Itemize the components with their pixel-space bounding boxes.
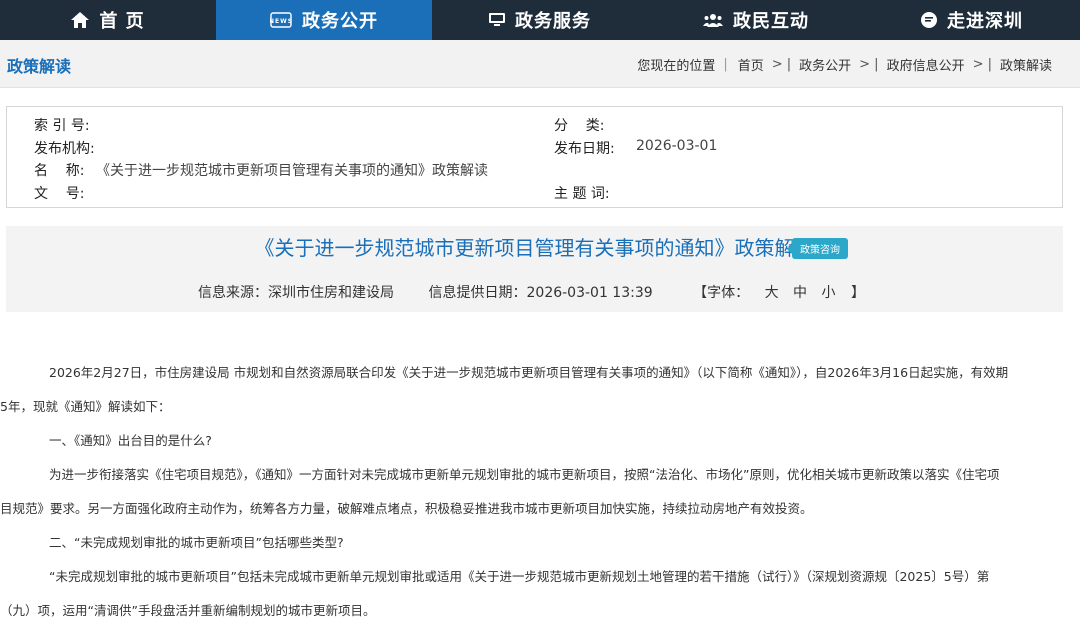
document-title: 《关于进一步规范城市更新项目管理有关事项的通知》政策解读: [6, 232, 1063, 261]
paragraph: 2026年2月27日，市住房建设局 市规划和自然资源局联合印发《关于进一步规范城…: [49, 365, 1009, 380]
chat-icon: [921, 12, 937, 28]
home-icon: [71, 12, 90, 28]
meta-docno-label: 文 号:: [34, 186, 85, 202]
meta-keyword: 主 题 词:: [554, 183, 616, 203]
meta-index: 索 引 号:: [34, 115, 96, 135]
meta-keyword-label: 主 题 词:: [554, 186, 610, 202]
consult-badge[interactable]: 政策咨询: [787, 238, 848, 259]
section-title: 政策解读: [7, 57, 72, 76]
nav-item-label: 政务服务: [515, 11, 591, 32]
breadcrumb-separator: > |: [859, 57, 879, 72]
breadcrumb-separator: > |: [972, 57, 992, 72]
nav-item-interaction[interactable]: 政民互动: [648, 0, 864, 40]
font-small-button[interactable]: 小: [821, 285, 835, 301]
meta-org-label: 发布机构:: [34, 141, 95, 157]
divider: |: [723, 57, 728, 72]
paragraph: 为进一步衔接落实《住宅项目规范》，《通知》一方面针对未完成城市更新单元规划审批的…: [49, 467, 1000, 482]
breadcrumb-policy[interactable]: 政策解读: [1000, 55, 1052, 74]
meta-date-value: 2026-03-01: [636, 138, 718, 154]
info-source: 信息来源：深圳市住房和建设局: [198, 285, 395, 301]
svg-text:NEWS: NEWS: [270, 18, 292, 25]
meta-name-label: 名 称:: [34, 163, 85, 179]
title-block: 《关于进一步规范城市更新项目管理有关事项的通知》政策解读 政策咨询 信息来源：深…: [6, 226, 1063, 312]
meta-index-label: 索 引 号:: [34, 118, 90, 134]
font-size-control: 【字体： 大 中 小 】: [687, 285, 871, 301]
section-heading: 二、“未完成规划审批的城市更新项目”包括哪些类型?: [49, 535, 344, 550]
nav-item-home[interactable]: 首 页: [0, 0, 216, 40]
nav-item-gov-service[interactable]: 政务服务: [432, 0, 648, 40]
document-meta: 索 引 号: 发布机构: 名 称: 《关于进一步规范城市更新项目管理有关事项的通…: [6, 106, 1063, 208]
meta-name: 名 称: 《关于进一步规范城市更新项目管理有关事项的通知》政策解读: [34, 160, 488, 180]
breadcrumb-bar: 政策解读 您现在的位置 | 首页 > | 政务公开 > | 政府信息公开 > |…: [0, 40, 1080, 88]
meta-category-label: 分 类:: [554, 118, 605, 134]
info-line: 信息来源：深圳市住房和建设局 信息提供日期：2026-03-01 13:39 【…: [6, 282, 1063, 302]
meta-date-label: 发布日期:: [554, 141, 615, 157]
breadcrumb-home[interactable]: 首页: [738, 55, 764, 74]
news-icon: NEWS: [270, 12, 292, 28]
paragraph: 5年，现就《通知》解读如下：: [0, 399, 171, 414]
meta-docno: 文 号:: [34, 183, 96, 203]
breadcrumb-separator: > |: [771, 57, 792, 72]
font-end: 】: [850, 285, 865, 301]
breadcrumb-gov-info[interactable]: 政府信息公开: [887, 55, 965, 74]
info-date: 信息提供日期：2026-03-01 13:39: [428, 285, 653, 301]
paragraph: 目规范》要求。另一方面强化政府主动作为，统筹各方力量，破解难点堵点，积极稳妥推进…: [0, 501, 813, 516]
location-label: 您现在的位置: [637, 59, 716, 74]
breadcrumb-gov-affairs[interactable]: 政务公开: [799, 55, 851, 74]
meta-date: 发布日期: 2026-03-01: [554, 138, 717, 158]
paragraph: （九）项，运用“清调供”手段盘活并重新编制规划的城市更新项目。: [0, 603, 376, 618]
font-large-button[interactable]: 大: [765, 285, 779, 301]
article-body: 2026年2月27日，市住房建设局 市规划和自然资源局联合印发《关于进一步规范城…: [0, 356, 1048, 628]
section-heading: 一、《通知》出台目的是什么?: [49, 433, 212, 448]
meta-category: 分 类:: [554, 115, 616, 135]
people-icon: [703, 13, 723, 27]
nav-item-label: 首 页: [99, 11, 145, 32]
nav-item-shenzhen[interactable]: 走进深圳: [864, 0, 1080, 40]
meta-name-value: 《关于进一步规范城市更新项目管理有关事项的通知》政策解读: [96, 163, 488, 179]
top-nav: 首 页 NEWS 政务公开 政务服务 政民互动 走进深圳: [0, 0, 1080, 40]
paragraph: “未完成规划审批的城市更新项目”包括未完成城市更新单元规划审批或适用《关于进一步…: [49, 569, 990, 584]
nav-item-label: 政务公开: [302, 11, 378, 32]
nav-item-label: 走进深圳: [947, 11, 1023, 32]
nav-item-label: 政民互动: [733, 11, 809, 32]
meta-org: 发布机构:: [34, 138, 96, 158]
font-medium-button[interactable]: 中: [793, 285, 807, 301]
monitor-icon: [489, 13, 505, 27]
font-label: 【字体：: [693, 285, 750, 301]
breadcrumb: 您现在的位置 | 首页 > | 政务公开 > | 政府信息公开 > | 政策解读: [637, 55, 1052, 74]
nav-item-gov-affairs[interactable]: NEWS 政务公开: [216, 0, 432, 40]
document-title-text: 《关于进一步规范城市更新项目管理有关事项的通知》政策解读: [254, 236, 815, 260]
